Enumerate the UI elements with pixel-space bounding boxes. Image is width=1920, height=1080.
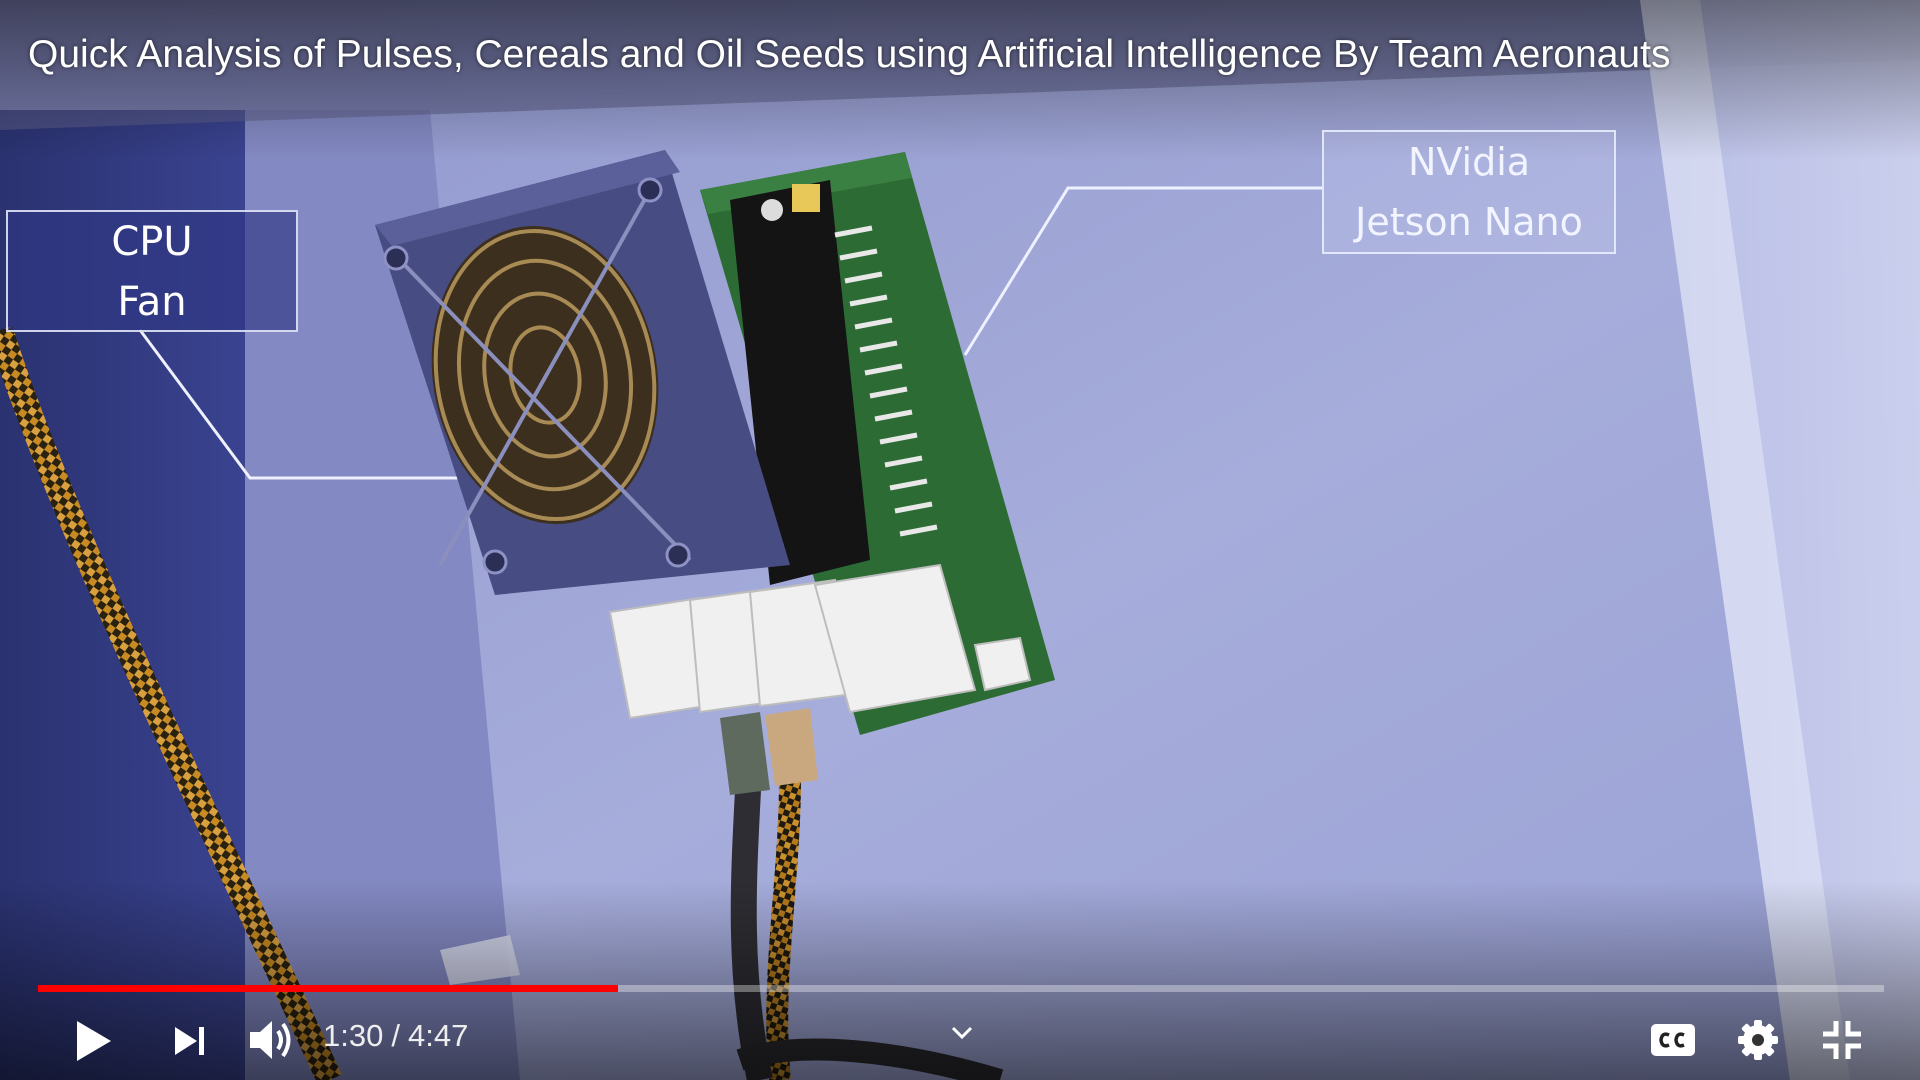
duration: 4:47: [407, 1018, 469, 1053]
gear-icon: [1738, 1020, 1778, 1060]
expand-button[interactable]: [945, 1018, 979, 1048]
volume-button[interactable]: [245, 1014, 301, 1066]
video-frame[interactable]: [0, 0, 1920, 1080]
exit-fullscreen-button[interactable]: [1815, 1014, 1869, 1066]
settings-button[interactable]: [1732, 1014, 1784, 1066]
cpu-fan-annotation: CPU Fan: [6, 210, 298, 332]
annotation-line: CPU: [111, 219, 193, 265]
next-button[interactable]: [165, 1018, 215, 1064]
volume-icon: [250, 1021, 291, 1059]
current-time: 1:30: [323, 1018, 384, 1053]
play-icon: [77, 1021, 111, 1061]
time-separator: /: [391, 1018, 400, 1053]
captions-button[interactable]: [1645, 1016, 1701, 1064]
jetson-nano-annotation: NVidia Jetson Nano: [1322, 130, 1616, 254]
progress-played: [38, 985, 618, 992]
annotation-line: Fan: [117, 279, 187, 325]
play-button[interactable]: [68, 1016, 118, 1066]
video-title[interactable]: Quick Analysis of Pulses, Cereals and Oi…: [28, 30, 1670, 80]
annotation-line: Jetson Nano: [1355, 200, 1583, 244]
progress-bar[interactable]: [38, 985, 1884, 992]
time-display: 1:30/4:47: [323, 1016, 468, 1056]
captions-icon: [1651, 1024, 1695, 1056]
video-player[interactable]: Quick Analysis of Pulses, Cereals and Oi…: [0, 0, 1920, 1080]
next-icon: [175, 1027, 204, 1055]
annotation-line: NVidia: [1407, 140, 1531, 184]
exit-fullscreen-icon: [1823, 1021, 1861, 1059]
chevron-down-icon: [951, 1026, 973, 1040]
